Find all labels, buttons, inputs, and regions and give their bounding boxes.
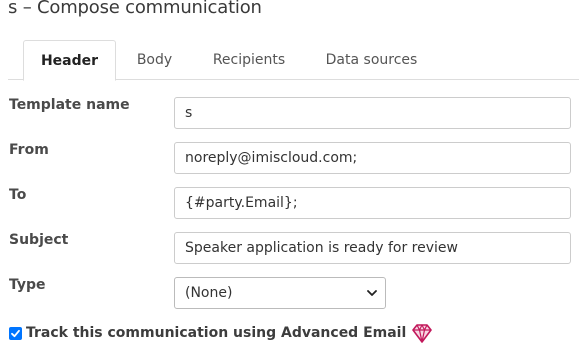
template-name-input[interactable]: s	[174, 97, 571, 129]
to-input[interactable]: {#party.Email};	[174, 187, 571, 219]
tab-body[interactable]: Body	[121, 40, 188, 78]
checkmark-icon	[11, 329, 20, 337]
subject-label: Subject	[9, 232, 69, 248]
tab-header[interactable]: Header	[23, 40, 116, 81]
type-label: Type	[9, 277, 46, 293]
to-label: To	[9, 187, 27, 203]
subject-input[interactable]: Speaker application is ready for review	[174, 232, 571, 264]
gem-icon	[412, 324, 433, 343]
page-title: s – Compose communication	[8, 0, 262, 18]
type-select-value: (None)	[185, 285, 233, 301]
track-communication-label: Track this communication using Advanced …	[26, 325, 407, 341]
tab-bar: Header Body Recipients Data sources	[8, 40, 579, 81]
from-label: From	[9, 142, 49, 158]
tab-recipients[interactable]: Recipients	[198, 40, 300, 78]
tab-data-sources[interactable]: Data sources	[313, 40, 430, 78]
track-communication-checkbox[interactable]	[9, 326, 22, 340]
type-select[interactable]: (None)	[174, 277, 386, 309]
track-communication-row: Track this communication using Advanced …	[9, 322, 433, 343]
template-name-label: Template name	[9, 97, 130, 113]
compose-communication-page: s – Compose communication Header Body Re…	[0, 0, 579, 343]
from-input[interactable]: noreply@imiscloud.com;	[174, 142, 571, 174]
chevron-down-icon	[367, 290, 377, 296]
